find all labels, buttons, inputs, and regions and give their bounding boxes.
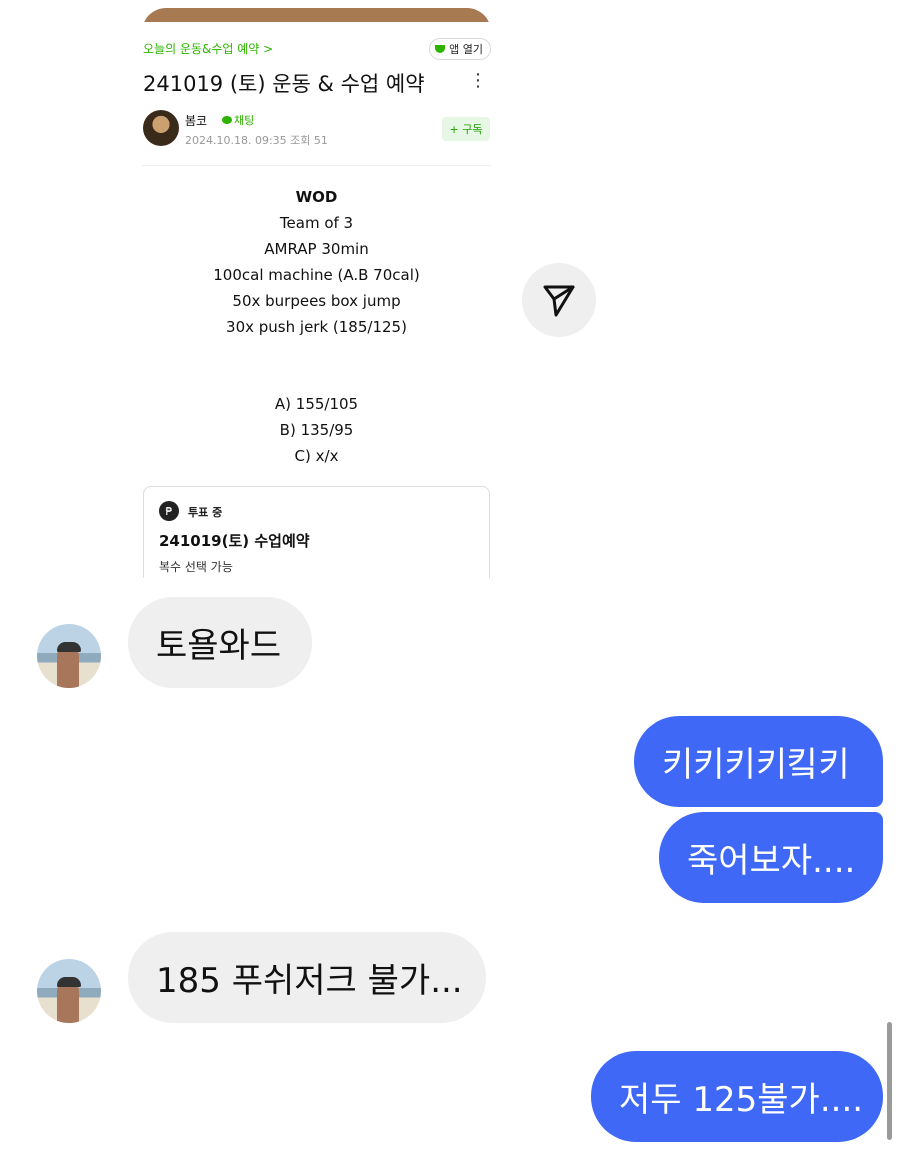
wod-line: Team of 3	[279, 214, 354, 232]
more-options-icon[interactable]: ⋮	[469, 72, 487, 90]
send-paper-plane-icon	[543, 285, 575, 317]
sender-avatar[interactable]	[37, 959, 101, 1023]
app-open-label: 앱 열기	[449, 43, 483, 56]
vote-status: 투표 중	[188, 506, 223, 519]
share-button[interactable]	[522, 263, 596, 337]
app-open-button[interactable]: 앱 열기	[429, 38, 491, 60]
scale-line: B) 135/95	[279, 421, 354, 439]
wod-line: 50x burpees box jump	[232, 292, 401, 310]
scrollbar[interactable]	[887, 1022, 892, 1140]
author-name[interactable]: 봄코	[185, 112, 207, 129]
avatar-figure	[57, 646, 79, 688]
chat-label: 채팅	[234, 114, 255, 127]
message-bubble-incoming[interactable]: 토욜와드	[128, 597, 312, 688]
avatar-cap	[57, 977, 81, 987]
message-bubble-outgoing[interactable]: 죽어보자....	[659, 812, 883, 903]
divider	[142, 165, 491, 166]
vote-title: 241019(토) 수업예약	[159, 532, 310, 550]
cafe-board-link[interactable]: 오늘의 운동&수업 예약 >	[143, 40, 273, 57]
wod-line: 100cal machine (A.B 70cal)	[213, 266, 420, 284]
sender-avatar[interactable]	[37, 624, 101, 688]
post-meta: 2024.10.18. 09:35 조회 51	[185, 134, 328, 147]
vote-icon: ₱	[159, 501, 179, 521]
scale-line: A) 155/105	[274, 395, 359, 413]
wod-line: AMRAP 30min	[264, 240, 369, 258]
vote-box[interactable]: ₱ 투표 중 241019(토) 수업예약 복수 선택 가능	[143, 486, 490, 578]
chat-bubble-icon	[222, 116, 232, 124]
vote-subtitle: 복수 선택 가능	[159, 560, 233, 574]
cafe-cup-icon	[435, 45, 446, 53]
wod-heading: WOD	[295, 188, 338, 206]
scale-line: C) x/x	[294, 447, 339, 465]
avatar-cap	[57, 642, 81, 652]
shared-post-card[interactable]: 오늘의 운동&수업 예약 > 앱 열기 241019 (토) 운동 & 수업 예…	[142, 0, 491, 578]
message-bubble-outgoing[interactable]: 저두 125불가....	[591, 1051, 883, 1142]
post-title: 241019 (토) 운동 & 수업 예약	[143, 72, 425, 96]
wod-line: 30x push jerk (185/125)	[226, 318, 407, 336]
author-avatar	[143, 110, 179, 146]
subscribe-button[interactable]: + 구독	[442, 117, 490, 141]
chat-link[interactable]: 채팅	[222, 112, 254, 128]
message-bubble-incoming[interactable]: 185 푸쉬저크 불가...	[128, 932, 486, 1023]
avatar-figure	[57, 981, 79, 1023]
message-bubble-outgoing[interactable]: 키키키키킼키	[634, 716, 883, 807]
